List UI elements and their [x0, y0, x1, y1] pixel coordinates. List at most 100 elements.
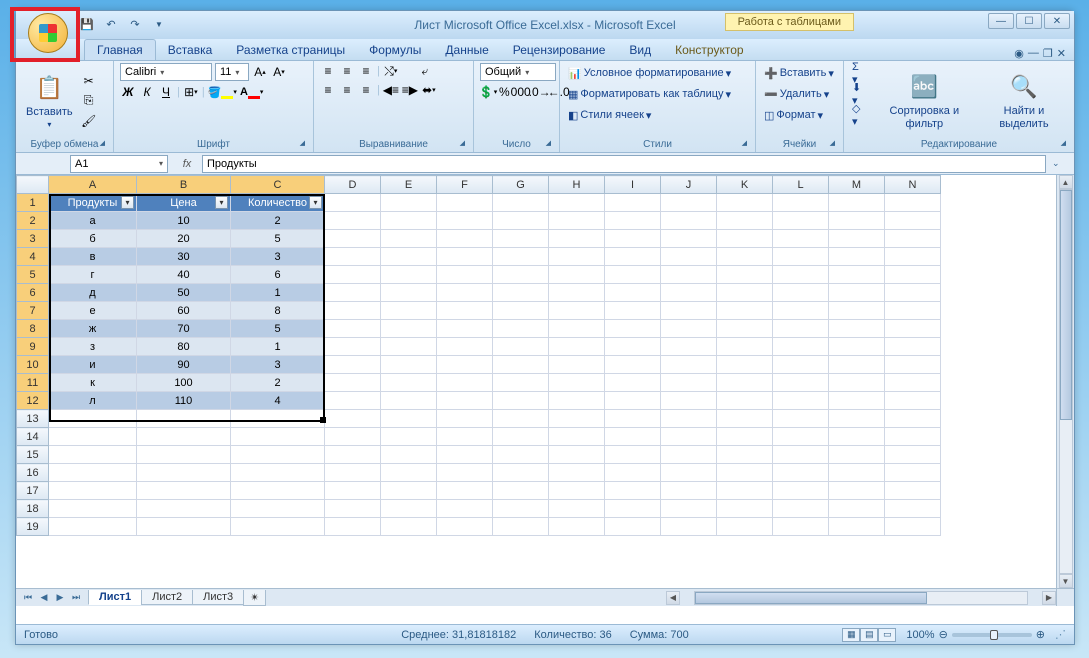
cell[interactable] — [773, 302, 829, 320]
cell[interactable] — [381, 374, 437, 392]
cell[interactable] — [493, 194, 549, 212]
cell[interactable] — [773, 356, 829, 374]
cell[interactable] — [549, 518, 605, 536]
table-cell[interactable]: 10 — [137, 212, 231, 230]
maximize-button[interactable]: ☐ — [1016, 13, 1042, 29]
cell[interactable] — [773, 248, 829, 266]
format-painter-icon[interactable]: 🖌 — [81, 113, 97, 129]
cell[interactable] — [493, 356, 549, 374]
cell[interactable] — [605, 248, 661, 266]
cell[interactable] — [325, 464, 381, 482]
cell[interactable] — [49, 428, 137, 446]
row-header-8[interactable]: 8 — [17, 320, 49, 338]
cell[interactable] — [49, 446, 137, 464]
cell[interactable] — [325, 284, 381, 302]
cell[interactable] — [885, 428, 941, 446]
cell[interactable] — [381, 464, 437, 482]
table-cell[interactable]: б — [49, 230, 137, 248]
comma-icon[interactable]: 000 — [513, 84, 529, 100]
cell[interactable] — [325, 338, 381, 356]
cell[interactable] — [717, 410, 773, 428]
cell[interactable] — [717, 500, 773, 518]
cell[interactable] — [325, 446, 381, 464]
table-cell[interactable]: 20 — [137, 230, 231, 248]
cell[interactable] — [773, 410, 829, 428]
row-header-13[interactable]: 13 — [17, 410, 49, 428]
zoom-out-icon[interactable]: ⊖ — [939, 628, 948, 641]
cell[interactable] — [325, 212, 381, 230]
cell[interactable] — [137, 410, 231, 428]
table-cell[interactable]: г — [49, 266, 137, 284]
cell[interactable] — [717, 464, 773, 482]
cell[interactable] — [829, 320, 885, 338]
cell[interactable] — [49, 482, 137, 500]
save-icon[interactable]: 💾 — [78, 15, 96, 33]
fill-color-icon[interactable]: 🪣▾ — [208, 86, 237, 99]
cell[interactable] — [829, 428, 885, 446]
cell[interactable] — [605, 518, 661, 536]
cell[interactable] — [549, 284, 605, 302]
align-center-icon[interactable]: ≡ — [339, 82, 355, 98]
table-cell[interactable]: 8 — [231, 302, 325, 320]
increase-font-icon[interactable]: A▴ — [252, 64, 268, 80]
wrap-text-icon[interactable]: ⤶ — [417, 63, 433, 79]
insert-cells-button[interactable]: ➕ Вставить ▾ — [762, 63, 837, 83]
cell[interactable] — [605, 212, 661, 230]
cell[interactable] — [493, 446, 549, 464]
cell[interactable] — [549, 320, 605, 338]
cell[interactable] — [885, 518, 941, 536]
cell[interactable] — [773, 482, 829, 500]
sheet-tab-3[interactable]: Лист3 — [192, 590, 244, 605]
cell[interactable] — [231, 464, 325, 482]
cell[interactable] — [773, 284, 829, 302]
cell[interactable] — [493, 248, 549, 266]
table-cell[interactable]: 4 — [231, 392, 325, 410]
table-cell[interactable]: 5 — [231, 230, 325, 248]
table-cell[interactable]: 90 — [137, 356, 231, 374]
qat-customize-icon[interactable]: ▼ — [150, 15, 168, 33]
cell[interactable] — [381, 410, 437, 428]
table-cell[interactable]: а — [49, 212, 137, 230]
cell[interactable] — [885, 230, 941, 248]
table-cell[interactable]: 2 — [231, 374, 325, 392]
cell[interactable] — [231, 500, 325, 518]
cell[interactable] — [717, 284, 773, 302]
cell[interactable] — [231, 518, 325, 536]
cell[interactable] — [437, 410, 493, 428]
cell[interactable] — [661, 356, 717, 374]
cell[interactable] — [661, 248, 717, 266]
resize-grip-icon[interactable]: ⋰ — [1055, 628, 1066, 641]
cell[interactable] — [381, 320, 437, 338]
cell[interactable] — [661, 446, 717, 464]
h-scroll-thumb[interactable] — [695, 592, 927, 604]
cell[interactable] — [773, 374, 829, 392]
cell[interactable] — [437, 392, 493, 410]
tab-page-layout[interactable]: Разметка страницы — [224, 40, 357, 60]
cell[interactable] — [717, 230, 773, 248]
cell[interactable] — [605, 392, 661, 410]
cell[interactable] — [381, 248, 437, 266]
row-header-18[interactable]: 18 — [17, 500, 49, 518]
cell[interactable] — [325, 320, 381, 338]
cell[interactable] — [829, 482, 885, 500]
merge-icon[interactable]: ⬌▾ — [421, 82, 437, 98]
cell[interactable] — [885, 266, 941, 284]
cell[interactable] — [885, 302, 941, 320]
cell[interactable] — [325, 248, 381, 266]
row-header-4[interactable]: 4 — [17, 248, 49, 266]
cell[interactable] — [493, 284, 549, 302]
cell[interactable] — [549, 482, 605, 500]
cell[interactable] — [717, 338, 773, 356]
number-format-combo[interactable]: Общий▾ — [480, 63, 556, 81]
cell[interactable] — [493, 302, 549, 320]
cell[interactable] — [717, 392, 773, 410]
cell[interactable] — [605, 284, 661, 302]
table-cell[interactable]: е — [49, 302, 137, 320]
table-header[interactable]: Количество▾ — [231, 194, 325, 212]
page-layout-view-icon[interactable]: ▤ — [860, 628, 878, 642]
cell[interactable] — [829, 266, 885, 284]
table-cell[interactable]: 3 — [231, 356, 325, 374]
col-header-H[interactable]: H — [549, 176, 605, 194]
cell[interactable] — [717, 248, 773, 266]
cell[interactable] — [437, 500, 493, 518]
